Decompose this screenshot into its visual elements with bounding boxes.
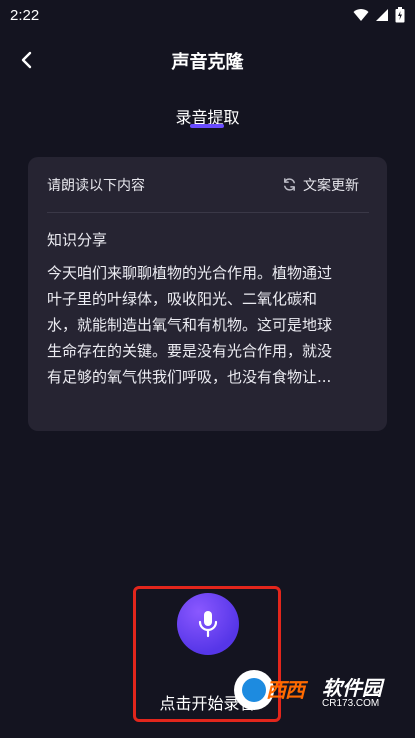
app-bar: 声音克隆 <box>0 40 415 80</box>
card-divider <box>47 212 369 213</box>
watermark-brand: 西西 <box>266 678 305 702</box>
watermark-url: CR173.COM <box>322 698 380 709</box>
battery-icon <box>395 7 405 23</box>
watermark-name: 软件园 <box>322 676 382 700</box>
card-header: 请朗读以下内容 文案更新 <box>28 157 387 212</box>
watermark-logo: 西西 软件园 CR173.COM <box>228 666 408 718</box>
page-title: 声音克隆 <box>171 52 244 73</box>
reading-content-card: 请朗读以下内容 文案更新 知识分享 今天咱们来聊聊植物的光合作用。植物通过 叶子… <box>28 157 387 431</box>
wifi-icon <box>353 9 369 21</box>
status-icons <box>353 7 405 23</box>
record-button[interactable] <box>177 593 239 655</box>
card-body-text: 今天咱们来聊聊植物的光合作用。植物通过 叶子里的叶绿体，吸收阳光、二氧化碳和 水… <box>47 264 333 386</box>
card-prompt: 请朗读以下内容 <box>47 177 145 194</box>
tab-underline <box>190 124 224 128</box>
refresh-label: 文案更新 <box>303 177 359 194</box>
refresh-icon <box>284 178 295 191</box>
status-bar: 2:22 <box>0 0 415 30</box>
microphone-icon <box>198 611 218 638</box>
tab-recording-extract[interactable]: 录音提取 <box>0 104 415 128</box>
signal-icon <box>376 9 388 21</box>
refresh-text-button[interactable]: 文案更新 <box>282 175 359 195</box>
status-time: 2:22 <box>10 6 40 24</box>
card-section-title: 知识分享 <box>47 231 108 249</box>
